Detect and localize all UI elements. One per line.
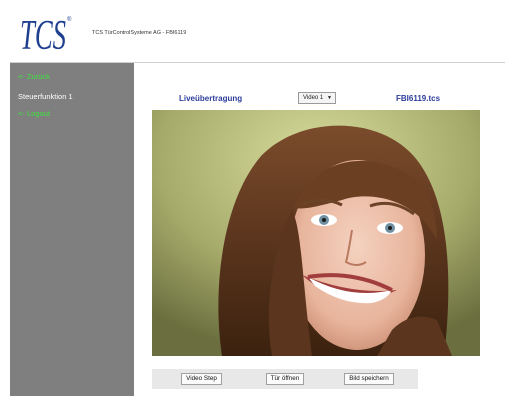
svg-text:®: ® [67, 16, 72, 23]
header: TCS ® TCS TürControlSysteme AG - FBI6119 [0, 0, 511, 62]
file-label: FBI6119.tcs [396, 94, 441, 103]
main-content: Liveübertragung Video 1 ▼ FBI6119.tcs Vi… [134, 63, 505, 396]
face-photo [152, 110, 480, 356]
svg-text:TCS: TCS [20, 13, 66, 55]
video-select[interactable]: Video 1 ▼ [298, 92, 336, 104]
sidebar-item-steuerfunktion: Steuerfunktion 1 [18, 92, 73, 101]
tcs-logo: TCS ® [20, 13, 72, 55]
save-image-button[interactable]: Bild speichern [344, 373, 394, 385]
open-door-button[interactable]: Tür öffnen [266, 373, 304, 385]
sidebar-item-logout[interactable]: <- Logout [18, 109, 50, 118]
sidebar: <- Zurück Steuerfunktion 1 <- Logout [10, 63, 134, 396]
action-toolbar: Video Step Tür öffnen Bild speichern [152, 369, 418, 389]
video-select-value: Video 1 [303, 95, 324, 101]
dropdown-arrow-icon: ▼ [327, 95, 332, 101]
sidebar-item-back[interactable]: <- Zurück [18, 72, 50, 81]
live-label: Liveübertragung [179, 94, 243, 103]
live-video-image [152, 110, 480, 356]
header-title: TCS TürControlSysteme AG - FBI6119 [92, 30, 187, 36]
video-step-button[interactable]: Video Step [181, 373, 222, 385]
